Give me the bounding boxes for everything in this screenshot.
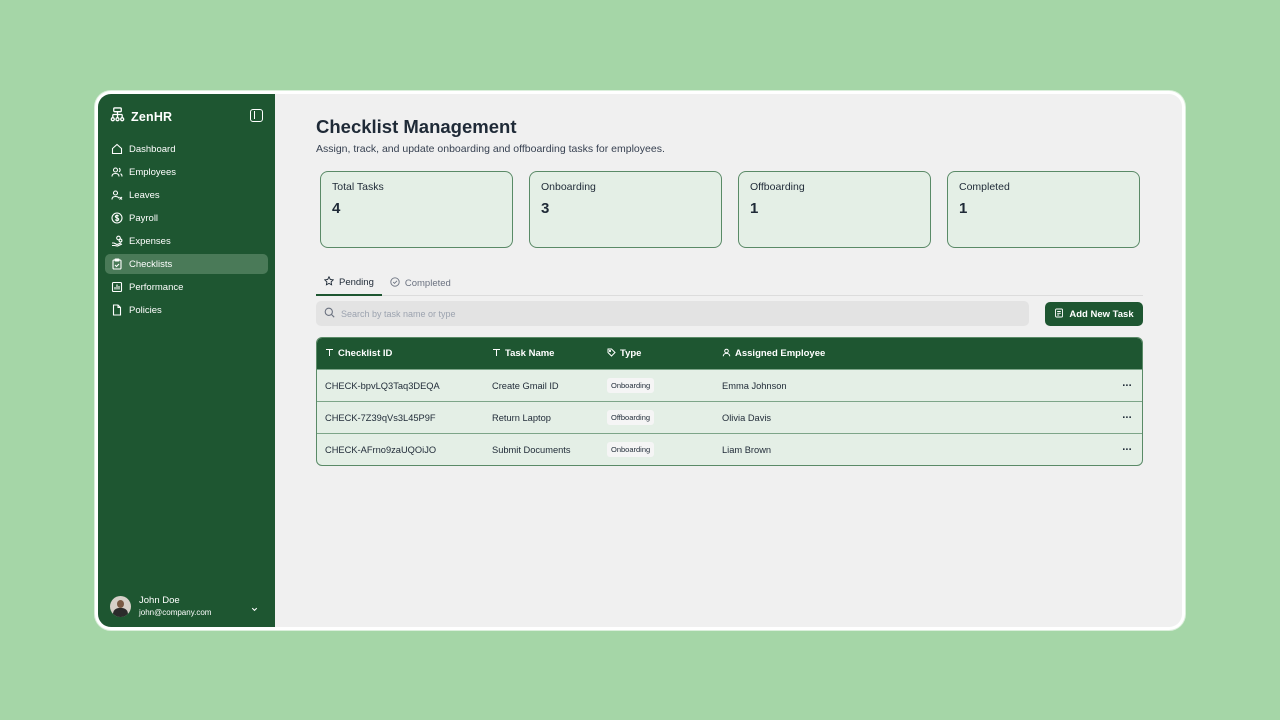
cell-checklist-id: CHECK-7Z39qVs3L45P9F bbox=[325, 412, 436, 423]
page-title: Checklist Management bbox=[316, 116, 517, 137]
column-header-label: Checklist ID bbox=[338, 348, 393, 359]
sidebar-item-label: Performance bbox=[129, 281, 184, 293]
column-header-checklist-id[interactable]: Checklist ID bbox=[317, 348, 492, 360]
tag-icon bbox=[607, 348, 616, 360]
search-input[interactable] bbox=[341, 308, 991, 319]
sidebar-item-checklists[interactable]: Checklists bbox=[105, 254, 268, 274]
collapse-sidebar-icon[interactable] bbox=[250, 109, 263, 122]
cell-checklist-id: CHECK-bpvLQ3Taq3DEQA bbox=[325, 380, 440, 391]
add-new-task-label: Add New Task bbox=[1069, 308, 1134, 320]
sidebar-item-label: Dashboard bbox=[129, 143, 176, 155]
cell-employee: Liam Brown bbox=[722, 444, 772, 455]
column-header-type[interactable]: Type bbox=[607, 348, 722, 360]
column-header-label: Type bbox=[620, 348, 642, 359]
stat-label: Offboarding bbox=[750, 181, 805, 193]
home-icon bbox=[111, 143, 123, 155]
tab-label: Pending bbox=[339, 277, 374, 288]
cell-checklist-id: CHECK-AFrno9zaUQOiJO bbox=[325, 444, 437, 455]
user-menu[interactable]: John Doe john@company.com bbox=[110, 595, 265, 617]
user-icon bbox=[722, 348, 731, 360]
users-icon bbox=[111, 166, 123, 178]
stat-label: Onboarding bbox=[541, 181, 596, 193]
page-subtitle: Assign, track, and update onboarding and… bbox=[316, 143, 665, 155]
sidebar-item-label: Expenses bbox=[129, 235, 171, 247]
app-window: ZenHR Dashboard Employees Leaves Payroll… bbox=[95, 91, 1185, 630]
search-bar[interactable] bbox=[316, 301, 1029, 326]
cell-task-name: Submit Documents bbox=[492, 444, 571, 455]
column-header-task-name[interactable]: Task Name bbox=[492, 348, 607, 360]
table-row[interactable]: CHECK-bpvLQ3Taq3DEQA Create Gmail ID Onb… bbox=[317, 369, 1142, 401]
org-chart-icon bbox=[110, 107, 125, 127]
bar-chart-icon bbox=[111, 281, 123, 293]
search-icon bbox=[324, 305, 335, 323]
add-new-task-button[interactable]: Add New Task bbox=[1045, 302, 1143, 326]
clipboard-check-icon bbox=[111, 258, 123, 270]
user-x-icon bbox=[111, 189, 123, 201]
check-circle-icon bbox=[390, 276, 400, 290]
checklist-table: Checklist ID Task Name Type Assigned Emp… bbox=[316, 337, 1143, 466]
stat-value: 4 bbox=[332, 200, 341, 217]
stat-card-onboarding: Onboarding 3 bbox=[529, 171, 722, 248]
type-badge: Onboarding bbox=[607, 442, 655, 457]
tab-completed[interactable]: Completed bbox=[382, 271, 459, 295]
sidebar-item-employees[interactable]: Employees bbox=[105, 162, 268, 182]
cell-task-name: Create Gmail ID bbox=[492, 380, 559, 391]
sidebar-item-performance[interactable]: Performance bbox=[105, 277, 268, 297]
sidebar: ZenHR Dashboard Employees Leaves Payroll… bbox=[98, 94, 275, 627]
sidebar-item-label: Payroll bbox=[129, 212, 159, 224]
more-actions-icon[interactable]: ··· bbox=[1122, 380, 1132, 392]
stat-value: 1 bbox=[959, 200, 968, 217]
stat-value: 1 bbox=[750, 200, 759, 217]
type-badge: Offboarding bbox=[607, 410, 655, 425]
sidebar-item-payroll[interactable]: Payroll bbox=[105, 208, 268, 228]
sidebar-item-label: Employees bbox=[129, 166, 176, 178]
column-header-label: Task Name bbox=[505, 348, 555, 359]
stat-label: Total Tasks bbox=[332, 181, 384, 193]
stat-card-completed: Completed 1 bbox=[947, 171, 1140, 248]
text-type-icon bbox=[325, 348, 334, 360]
brand[interactable]: ZenHR bbox=[110, 107, 172, 127]
stat-value: 3 bbox=[541, 200, 550, 217]
chevron-down-icon[interactable] bbox=[250, 601, 259, 612]
note-icon bbox=[1054, 308, 1064, 321]
column-header-label: Assigned Employee bbox=[735, 348, 826, 359]
sidebar-item-expenses[interactable]: Expenses bbox=[105, 231, 268, 251]
avatar bbox=[110, 595, 131, 617]
hand-coins-icon bbox=[111, 235, 123, 247]
file-icon bbox=[111, 304, 123, 316]
text-type-icon bbox=[492, 348, 501, 360]
tab-bar: Pending Completed bbox=[316, 271, 1143, 296]
more-actions-icon[interactable]: ··· bbox=[1122, 412, 1132, 424]
sidebar-item-label: Leaves bbox=[129, 189, 160, 201]
star-icon bbox=[323, 275, 335, 289]
table-row[interactable]: CHECK-AFrno9zaUQOiJO Submit Documents On… bbox=[317, 433, 1142, 465]
user-name: John Doe bbox=[139, 595, 180, 606]
table-row[interactable]: CHECK-7Z39qVs3L45P9F Return Laptop Offbo… bbox=[317, 401, 1142, 433]
sidebar-item-label: Policies bbox=[129, 304, 162, 316]
stat-label: Completed bbox=[959, 181, 1010, 193]
type-badge: Onboarding bbox=[607, 378, 655, 393]
sidebar-item-policies[interactable]: Policies bbox=[105, 300, 268, 320]
user-email: john@company.com bbox=[139, 608, 212, 617]
tab-pending[interactable]: Pending bbox=[316, 271, 382, 296]
sidebar-item-dashboard[interactable]: Dashboard bbox=[105, 139, 268, 159]
main-content: Checklist Management Assign, track, and … bbox=[275, 94, 1182, 627]
sidebar-item-label: Checklists bbox=[129, 258, 173, 270]
cell-employee: Olivia Davis bbox=[722, 412, 772, 423]
tab-label: Completed bbox=[404, 277, 451, 289]
column-header-assigned-employee[interactable]: Assigned Employee bbox=[722, 348, 1112, 360]
stat-card-total-tasks: Total Tasks 4 bbox=[320, 171, 513, 248]
stat-card-offboarding: Offboarding 1 bbox=[738, 171, 931, 248]
sidebar-item-leaves[interactable]: Leaves bbox=[105, 185, 268, 205]
more-actions-icon[interactable]: ··· bbox=[1122, 444, 1132, 456]
stats-row: Total Tasks 4 Onboarding 3 Offboarding 1… bbox=[320, 171, 1140, 248]
cell-employee: Emma Johnson bbox=[722, 380, 787, 391]
sidebar-nav: Dashboard Employees Leaves Payroll Expen… bbox=[105, 139, 268, 323]
cell-task-name: Return Laptop bbox=[492, 412, 551, 423]
table-header: Checklist ID Task Name Type Assigned Emp… bbox=[317, 338, 1142, 369]
brand-name: ZenHR bbox=[131, 110, 173, 124]
dollar-circle-icon bbox=[111, 212, 123, 224]
